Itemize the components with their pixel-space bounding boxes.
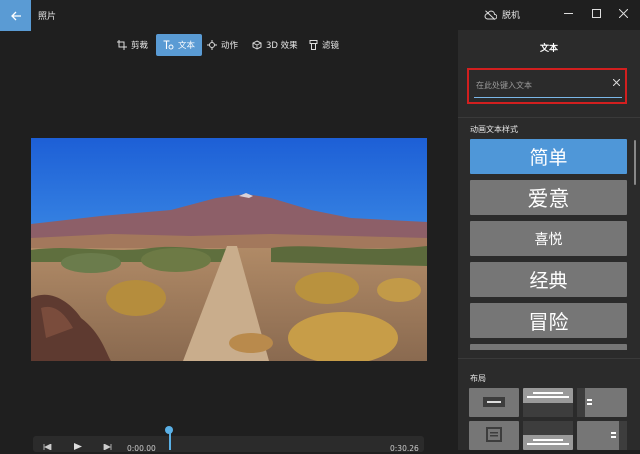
tool-filters[interactable]: 滤镜 <box>309 34 339 56</box>
app-title: 照片 <box>38 12 57 22</box>
maximize-icon <box>591 8 601 18</box>
divider <box>458 117 640 118</box>
tool-filters-label: 滤镜 <box>322 41 340 51</box>
clear-text-button[interactable] <box>612 78 621 89</box>
style-label: 简单 <box>529 147 568 169</box>
panel-title: 文本 <box>539 44 558 54</box>
layout-top-icon <box>523 392 573 417</box>
offline-label: 脱机 <box>502 11 521 21</box>
minimize-button[interactable] <box>560 5 576 21</box>
preview-image <box>31 138 427 361</box>
style-simple[interactable]: 简单 <box>470 139 627 174</box>
next-frame-icon[interactable] <box>103 444 113 450</box>
divider <box>458 358 640 359</box>
style-label: 冒险 <box>528 310 569 334</box>
offline-status[interactable]: 脱机 <box>484 8 520 21</box>
styles-section-label: 动画文本样式 <box>470 125 518 134</box>
tool-3d-effects-label: 3D 效果 <box>266 41 298 51</box>
maximize-button[interactable] <box>588 5 604 21</box>
tool-trim-label: 剪裁 <box>131 41 149 51</box>
style-label: 爱意 <box>527 186 570 211</box>
styles-scrollbar[interactable] <box>634 140 636 185</box>
landscape-image <box>31 138 427 361</box>
playhead-line[interactable] <box>169 432 171 450</box>
layout-side-left-icon <box>611 421 627 450</box>
filter-icon <box>309 40 318 50</box>
title-bar: 照片 脱机 <box>0 0 640 31</box>
tool-motion-label: 动作 <box>221 41 239 51</box>
cloud-offline-icon <box>484 9 497 20</box>
3d-effects-icon <box>252 40 262 50</box>
tool-text[interactable]: 文本 <box>156 34 203 56</box>
layout-box-icon <box>486 427 502 442</box>
layout-box-lines[interactable] <box>469 421 519 450</box>
tool-motion[interactable]: 动作 <box>207 34 238 56</box>
current-time: 0:00.00 <box>127 444 156 453</box>
layout-top-lines[interactable] <box>523 388 573 417</box>
back-button[interactable] <box>0 0 31 31</box>
style-label: 文艺 <box>531 346 567 350</box>
text-styles-list: 简单 爱意 喜悦 经典 冒险 文艺 <box>470 139 627 350</box>
layout-center-box[interactable] <box>469 388 519 417</box>
close-icon <box>618 8 628 18</box>
previous-frame-icon[interactable] <box>42 444 52 450</box>
layout-section-label: 布局 <box>470 374 486 383</box>
layout-side-left[interactable] <box>577 421 627 450</box>
tool-text-label: 文本 <box>178 41 196 51</box>
tool-3d-effects[interactable]: 3D 效果 <box>252 34 298 56</box>
playhead-handle[interactable] <box>165 426 173 434</box>
text-tool-icon <box>163 40 174 50</box>
close-icon <box>612 78 621 87</box>
layout-center-icon <box>483 397 505 407</box>
tool-trim[interactable]: 剪裁 <box>117 34 148 56</box>
layout-side-right[interactable] <box>577 388 627 417</box>
total-time: 0:30.26 <box>390 444 419 453</box>
arrow-left-icon <box>10 11 21 20</box>
style-literary[interactable]: 文艺 <box>470 344 627 350</box>
layout-bottom-icon <box>523 421 573 445</box>
style-joy[interactable]: 喜悦 <box>470 221 627 256</box>
layout-side-icon <box>577 388 592 417</box>
minimize-icon <box>563 12 573 14</box>
style-classic[interactable]: 经典 <box>470 262 627 297</box>
layout-bottom-lines[interactable] <box>523 421 573 450</box>
style-label: 经典 <box>529 270 568 292</box>
edit-toolbar: 剪裁 文本 动作 3D 效果 滤镜 <box>0 34 458 58</box>
text-entry-input[interactable] <box>474 74 622 98</box>
style-label: 喜悦 <box>534 231 563 248</box>
style-adventure[interactable]: 冒险 <box>470 303 627 338</box>
motion-icon <box>207 40 217 50</box>
play-icon[interactable] <box>74 443 82 450</box>
style-love[interactable]: 爱意 <box>470 180 627 215</box>
close-window-button[interactable] <box>615 5 631 21</box>
trim-icon <box>117 40 127 50</box>
text-input-highlight <box>467 68 627 104</box>
text-panel: 文本 动画文本样式 简单 爱意 喜悦 经典 冒险 文艺 布局 <box>458 30 640 450</box>
